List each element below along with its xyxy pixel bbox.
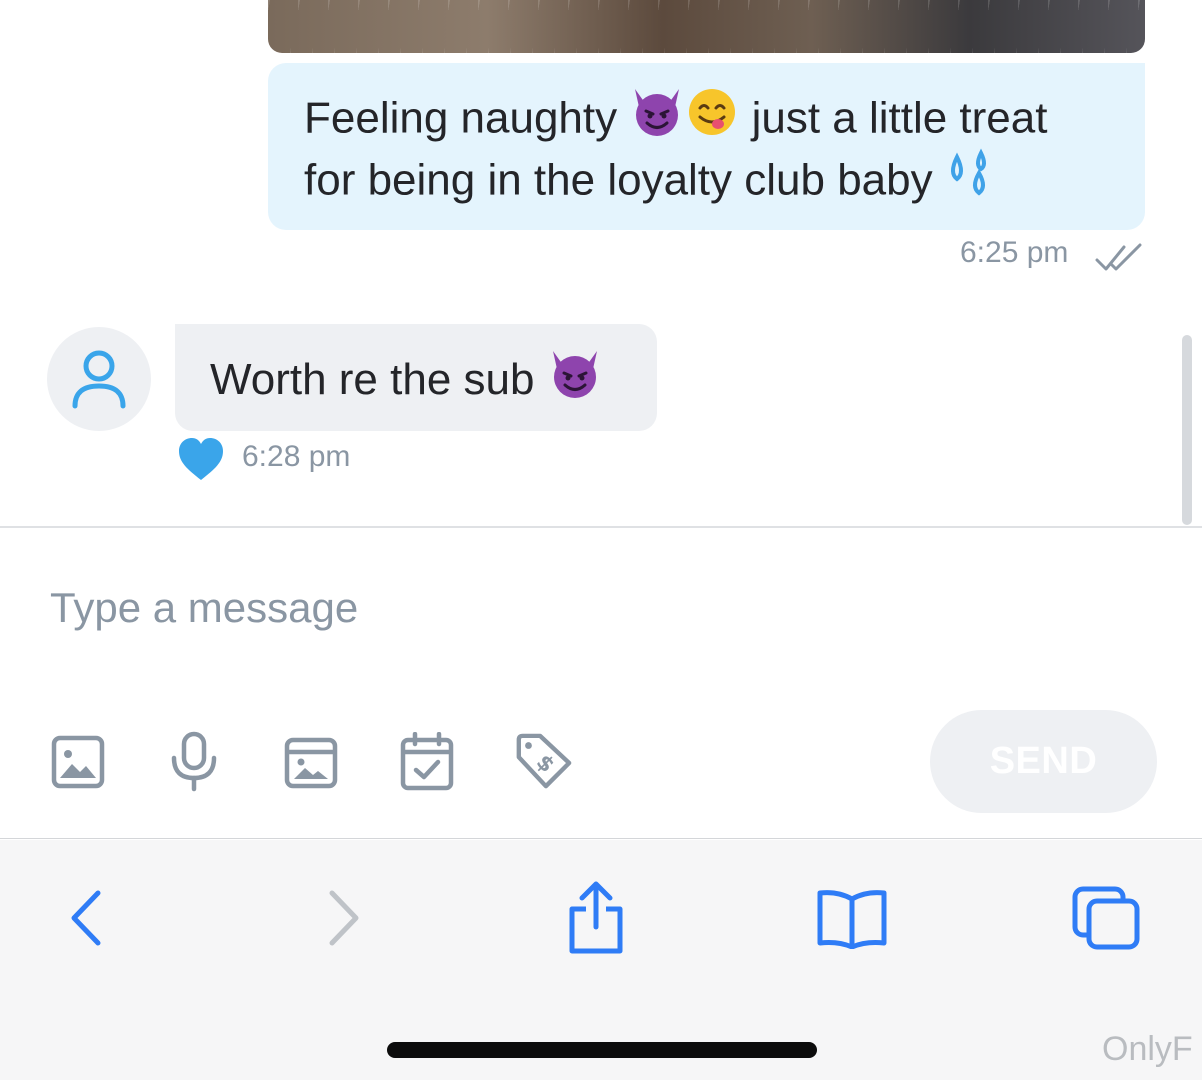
smiling-devil-emoji: [547, 347, 603, 410]
microphone-icon[interactable]: [164, 730, 224, 794]
double-check-icon: [1094, 242, 1144, 281]
media-vault-icon[interactable]: [281, 730, 341, 794]
sent-message-bubble: Feeling naughty just a little treat for …: [268, 63, 1145, 230]
media-preview-image[interactable]: [268, 0, 1145, 53]
heart-icon[interactable]: [177, 437, 225, 488]
sweat-droplets-emoji: [945, 147, 999, 211]
tabs-icon[interactable]: [1066, 878, 1146, 958]
bookmarks-icon[interactable]: [812, 878, 892, 958]
sent-message-time: 6:25 pm: [960, 236, 1069, 269]
received-message-line: Worth re the sub: [210, 351, 603, 414]
sent-message-line-1: Feeling naughty just a little treat: [304, 89, 1047, 153]
scrollbar[interactable]: [1182, 335, 1192, 525]
schedule-icon[interactable]: [397, 730, 457, 794]
received-message-bubble: Worth re the sub: [175, 324, 657, 431]
share-icon[interactable]: [556, 878, 636, 958]
sent-text-part: Feeling naughty: [304, 93, 630, 143]
back-icon[interactable]: [46, 878, 126, 958]
received-message-time: 6:28 pm: [242, 440, 351, 473]
message-input[interactable]: [50, 578, 850, 638]
sent-text-part: just a little treat: [739, 93, 1048, 143]
watermark: OnlyF: [1102, 1030, 1193, 1068]
price-tag-icon[interactable]: $: [513, 730, 573, 794]
sent-message-line-2: for being in the loyalty club baby: [304, 148, 999, 215]
send-button[interactable]: SEND: [930, 710, 1157, 813]
home-indicator: [387, 1042, 817, 1058]
composer-divider: [0, 526, 1202, 528]
sent-text-part: for being in the loyalty club baby: [304, 155, 945, 205]
yum-face-emoji: [685, 85, 739, 149]
smiling-devil-emoji: [629, 85, 685, 149]
forward-icon[interactable]: [304, 878, 384, 958]
image-icon[interactable]: [48, 730, 108, 794]
user-icon: [72, 350, 126, 409]
received-text: Worth re the sub: [210, 355, 547, 405]
avatar[interactable]: [47, 327, 151, 431]
toolbar-divider: [0, 838, 1202, 839]
